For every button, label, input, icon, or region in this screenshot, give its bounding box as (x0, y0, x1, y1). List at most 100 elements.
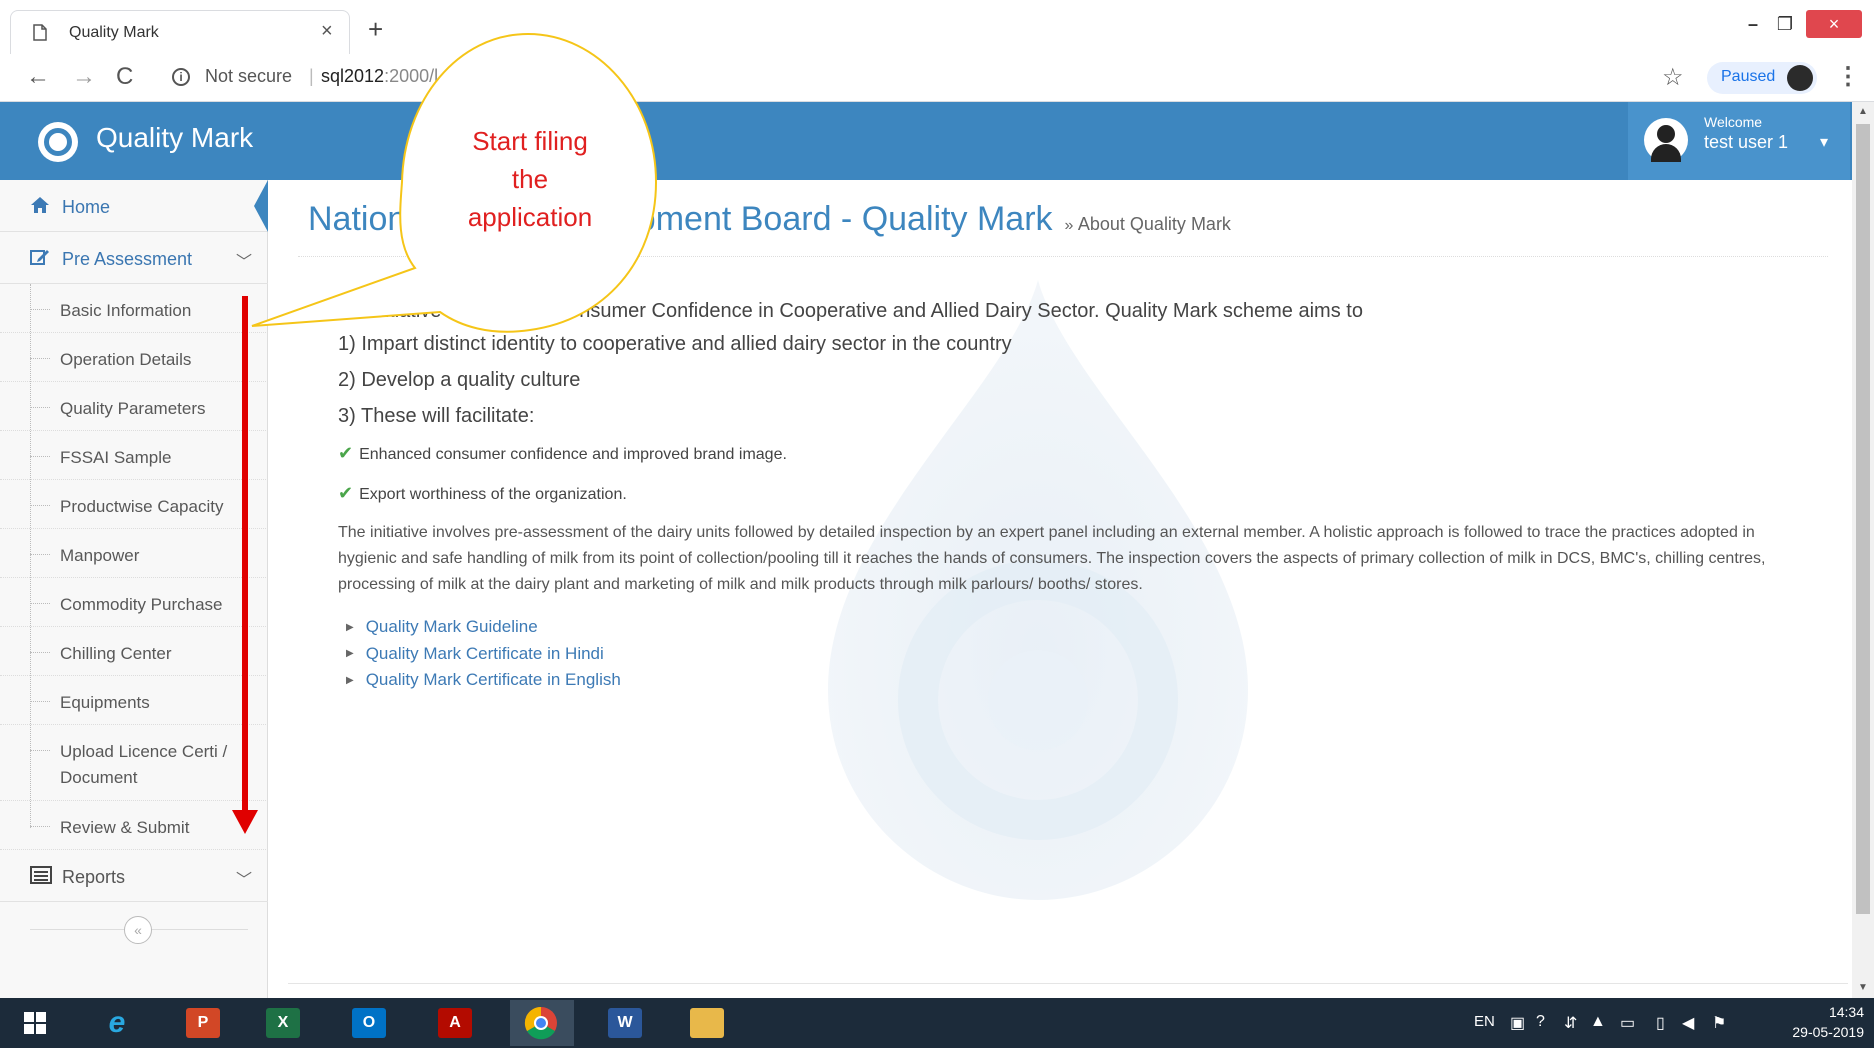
info-icon[interactable]: i (172, 68, 190, 86)
chevron-down-icon: ﹀ (236, 872, 253, 889)
sidebar-subitem-operation-details[interactable]: Operation Details (0, 333, 268, 382)
edit-icon (30, 248, 52, 271)
callout-text: Start filing the application (420, 122, 640, 236)
tray-app-icon[interactable]: ▣ (1510, 1013, 1525, 1033)
tab-close-icon[interactable]: × (321, 20, 333, 43)
url-field[interactable]: sql2012:2000/l (321, 66, 438, 87)
new-tab-button[interactable]: + (368, 16, 383, 42)
network-icon[interactable]: ▭ (1620, 1013, 1635, 1033)
reload-icon[interactable]: C (116, 64, 133, 90)
sidebar-subitem-chilling-center[interactable]: Chilling Center (0, 627, 268, 676)
sidebar-item-home[interactable]: Home (0, 180, 268, 232)
chrome-icon[interactable] (510, 1000, 574, 1046)
flag-icon[interactable]: ⚑ (1712, 1013, 1726, 1033)
benefit-text: Enhanced consumer confidence and improve… (359, 446, 787, 463)
sidebar-subitem-label: Equipments (60, 693, 150, 712)
sidebar-subitem-label: Review & Submit (60, 818, 190, 837)
tray-status-icon[interactable]: ⇵ (1564, 1013, 1577, 1033)
benefit-text: Export worthiness of the organization. (359, 486, 627, 503)
certificate-hindi-link[interactable]: ▶ Quality Mark Certificate in Hindi (346, 641, 1818, 668)
clock-date[interactable]: 29-05-2019 (1784, 1024, 1864, 1040)
system-tray: EN ▣ ? ⇵ ▲ ▭ ▯ ◀ ⚑ 14:34 29-05-2019 (1470, 998, 1874, 1048)
sidebar-subitem-upload-licence[interactable]: Upload Licence Certi / Document (0, 725, 268, 801)
sidebar-subitem-label: Upload Licence Certi / Document (60, 742, 228, 787)
browser-tab[interactable]: Quality Mark × (10, 10, 350, 54)
windows-taskbar: e P X O A W EN ▣ ? ⇵ ▲ ▭ ▯ ◀ ⚑ 14:34 29-… (0, 998, 1874, 1048)
link-text[interactable]: Quality Mark Certificate in Hindi (366, 644, 604, 663)
breadcrumb-separator: » (1064, 217, 1074, 234)
guideline-link[interactable]: ▶ Quality Mark Guideline (346, 614, 1818, 641)
quality-mark-logo[interactable] (38, 122, 78, 162)
link-text[interactable]: Quality Mark Certificate in English (366, 670, 621, 689)
check-icon: ✔ (338, 443, 354, 463)
benefit-item: ✔ Enhanced consumer confidence and improv… (338, 434, 1818, 474)
sidebar-subitem-label: Productwise Capacity (60, 497, 224, 516)
sidebar: Home Pre Assessment ﹀ Basic Information … (0, 180, 268, 998)
windows-start-icon[interactable] (24, 1012, 46, 1034)
certificate-english-link[interactable]: ▶ Quality Mark Certificate in English (346, 667, 1818, 694)
battery-icon[interactable]: ▯ (1656, 1013, 1665, 1033)
initiative-paragraph: The initiative involves pre-assessment o… (338, 524, 1766, 593)
aim-item: 3) These will facilitate: (338, 405, 535, 427)
sidebar-subitem-commodity-purchase[interactable]: Commodity Purchase (0, 578, 268, 627)
page-icon (33, 24, 47, 41)
clock-time[interactable]: 14:34 (1802, 1004, 1864, 1020)
scroll-up-icon[interactable]: ▲ (1858, 106, 1868, 117)
sidebar-subitem-quality-parameters[interactable]: Quality Parameters (0, 382, 268, 431)
excel-icon[interactable]: X (252, 1000, 316, 1046)
not-secure-label[interactable]: Not secure (205, 66, 292, 87)
tab-title: Quality Mark (69, 24, 159, 41)
app-header: Quality Mark Welcome test user 1 ▾ (0, 102, 1874, 180)
sidebar-item-pre-assessment[interactable]: Pre Assessment ﹀ (0, 232, 268, 284)
caret-down-icon: ▾ (1820, 134, 1829, 151)
word-icon[interactable]: W (594, 1000, 658, 1046)
footer-divider (288, 983, 1848, 984)
show-hidden-icons[interactable]: ▲ (1590, 1013, 1606, 1031)
powerpoint-icon[interactable]: P (172, 1000, 236, 1046)
intro-text: An Initiative to Enhance Consumer Confid… (338, 300, 1363, 322)
sidebar-subitem-basic-information[interactable]: Basic Information (0, 284, 268, 333)
sidebar-subitem-equipments[interactable]: Equipments (0, 676, 268, 725)
profile-paused-button[interactable]: Paused (1707, 62, 1817, 94)
internet-explorer-icon[interactable]: e (86, 1000, 150, 1046)
sidebar-subitem-manpower[interactable]: Manpower (0, 529, 268, 578)
caret-right-icon: ▶ (346, 621, 354, 633)
sidebar-subitem-label: Chilling Center (60, 644, 172, 663)
outlook-icon[interactable]: O (338, 1000, 402, 1046)
url-separator: | (309, 66, 314, 86)
sidebar-subitem-review-submit[interactable]: Review & Submit (0, 801, 268, 850)
sidebar-subitem-label: FSSAI Sample (60, 448, 172, 467)
browser-menu-icon[interactable]: ⋮ (1836, 62, 1860, 91)
app-title[interactable]: Quality Mark (96, 122, 253, 154)
sidebar-item-reports[interactable]: Reports ﹀ (0, 850, 268, 902)
minimize-button[interactable]: – (1738, 10, 1768, 38)
sidebar-item-label: Reports (62, 867, 126, 887)
about-content: An Initiative to Enhance Consumer Confid… (338, 296, 1818, 694)
scroll-thumb[interactable] (1856, 124, 1870, 914)
help-icon[interactable]: ? (1536, 1013, 1545, 1031)
close-window-button[interactable]: × (1806, 10, 1862, 38)
maximize-button[interactable]: ❐ (1770, 10, 1800, 38)
back-icon[interactable]: ← (26, 64, 50, 90)
sidebar-collapse-row: « (0, 910, 268, 950)
language-indicator[interactable]: EN (1474, 1013, 1495, 1030)
collapse-sidebar-button[interactable]: « (124, 916, 152, 944)
forward-icon[interactable]: → (72, 64, 96, 90)
callout-line: application (467, 202, 593, 232)
user-menu[interactable]: Welcome test user 1 ▾ (1628, 102, 1850, 180)
browser-addressbar: ← → C i Not secure | sql2012:2000/l ☆ Pa… (0, 54, 1874, 102)
browser-tabbar: Quality Mark × + – ❐ × (0, 6, 1874, 54)
url-host: sql2012 (321, 66, 385, 86)
home-icon (30, 196, 52, 219)
main-content: National Dairy Development Board - Quali… (268, 180, 1852, 998)
active-marker (254, 180, 268, 232)
sidebar-subitem-productwise-capacity[interactable]: Productwise Capacity (0, 480, 268, 529)
sidebar-subitem-fssai-sample[interactable]: FSSAI Sample (0, 431, 268, 480)
link-text[interactable]: Quality Mark Guideline (366, 617, 538, 636)
acrobat-icon[interactable]: A (424, 1000, 488, 1046)
bookmark-star-icon[interactable]: ☆ (1662, 63, 1684, 92)
file-explorer-icon[interactable] (676, 1000, 740, 1046)
volume-muted-icon[interactable]: ◀ (1682, 1013, 1694, 1033)
scroll-down-icon[interactable]: ▼ (1858, 982, 1868, 993)
page-scrollbar[interactable]: ▲ ▼ (1852, 102, 1874, 998)
